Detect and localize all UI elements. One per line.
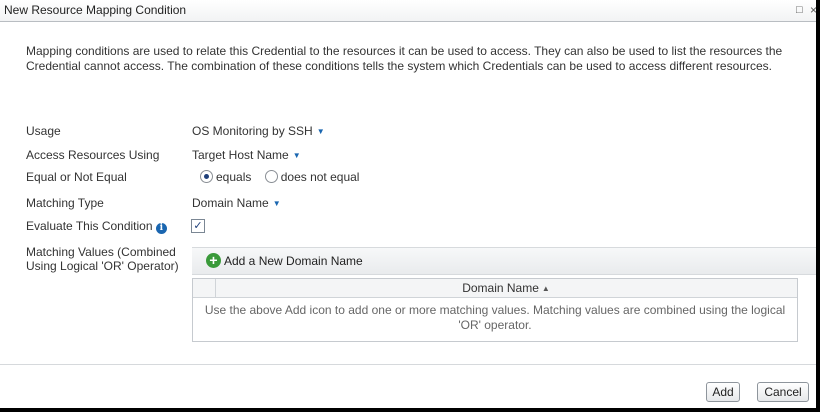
radio-equals-button[interactable] — [200, 170, 213, 183]
info-icon[interactable]: i — [155, 223, 167, 234]
radio-equals[interactable]: equals — [200, 170, 251, 184]
matching-type-label: Matching Type — [26, 196, 104, 210]
add-button[interactable]: Add — [706, 382, 740, 402]
add-domain-name-link[interactable]: Add a New Domain Name — [224, 254, 363, 268]
chevron-down-icon: ▼ — [272, 199, 281, 208]
grid-select-column — [193, 279, 216, 297]
matching-values-label: Matching Values (Combined Using Logical … — [26, 245, 179, 273]
evaluate-label: Evaluate This Condition i — [26, 219, 167, 234]
grid-empty-message: Use the above Add icon to add one or mor… — [204, 303, 786, 332]
cancel-button[interactable]: Cancel — [757, 382, 809, 402]
matching-type-dropdown[interactable]: Domain Name ▼ — [192, 196, 281, 210]
sort-ascending-icon: ▲ — [541, 284, 550, 293]
matching-values-grid: Domain Name ▲ Use the above Add icon to a… — [192, 278, 798, 342]
radio-not-equal-label[interactable]: does not equal — [281, 170, 360, 184]
resource-mapping-dialog: New Resource Mapping Condition □ × Mappi… — [0, 0, 820, 412]
restore-icon[interactable]: □ — [796, 4, 803, 16]
usage-label: Usage — [26, 124, 61, 138]
evaluate-label-text: Evaluate This Condition — [26, 219, 153, 233]
evaluate-checkbox[interactable]: ✓ — [191, 219, 205, 233]
chevron-down-icon: ▼ — [292, 151, 301, 160]
radio-equals-label[interactable]: equals — [216, 170, 251, 184]
chevron-down-icon: ▼ — [316, 127, 325, 136]
domain-name-header-label[interactable]: Domain Name — [462, 281, 539, 295]
radio-not-equal[interactable]: does not equal — [264, 170, 360, 184]
access-value: Target Host Name — [192, 148, 289, 162]
equal-radio-group: equals does not equal — [200, 170, 359, 184]
dialog-title: New Resource Mapping Condition — [4, 3, 187, 17]
equal-label: Equal or Not Equal — [26, 170, 127, 184]
matching-type-value: Domain Name — [192, 196, 269, 210]
grid-header: Domain Name ▲ — [193, 279, 797, 298]
access-label: Access Resources Using — [26, 148, 160, 162]
close-icon[interactable]: × — [810, 3, 817, 17]
footer-divider — [0, 364, 816, 365]
usage-dropdown[interactable]: OS Monitoring by SSH ▼ — [192, 124, 325, 138]
add-circle-icon[interactable]: + — [206, 253, 221, 268]
dialog-description: Mapping conditions are used to relate th… — [26, 44, 783, 73]
access-dropdown[interactable]: Target Host Name ▼ — [192, 148, 301, 162]
radio-not-equal-button[interactable] — [264, 170, 278, 183]
dialog-titlebar: New Resource Mapping Condition □ × — [0, 0, 817, 22]
usage-value: OS Monitoring by SSH — [192, 124, 313, 138]
matching-values-toolbar: + Add a New Domain Name — [192, 247, 816, 275]
domain-name-column-header[interactable]: Domain Name ▲ — [215, 281, 797, 295]
